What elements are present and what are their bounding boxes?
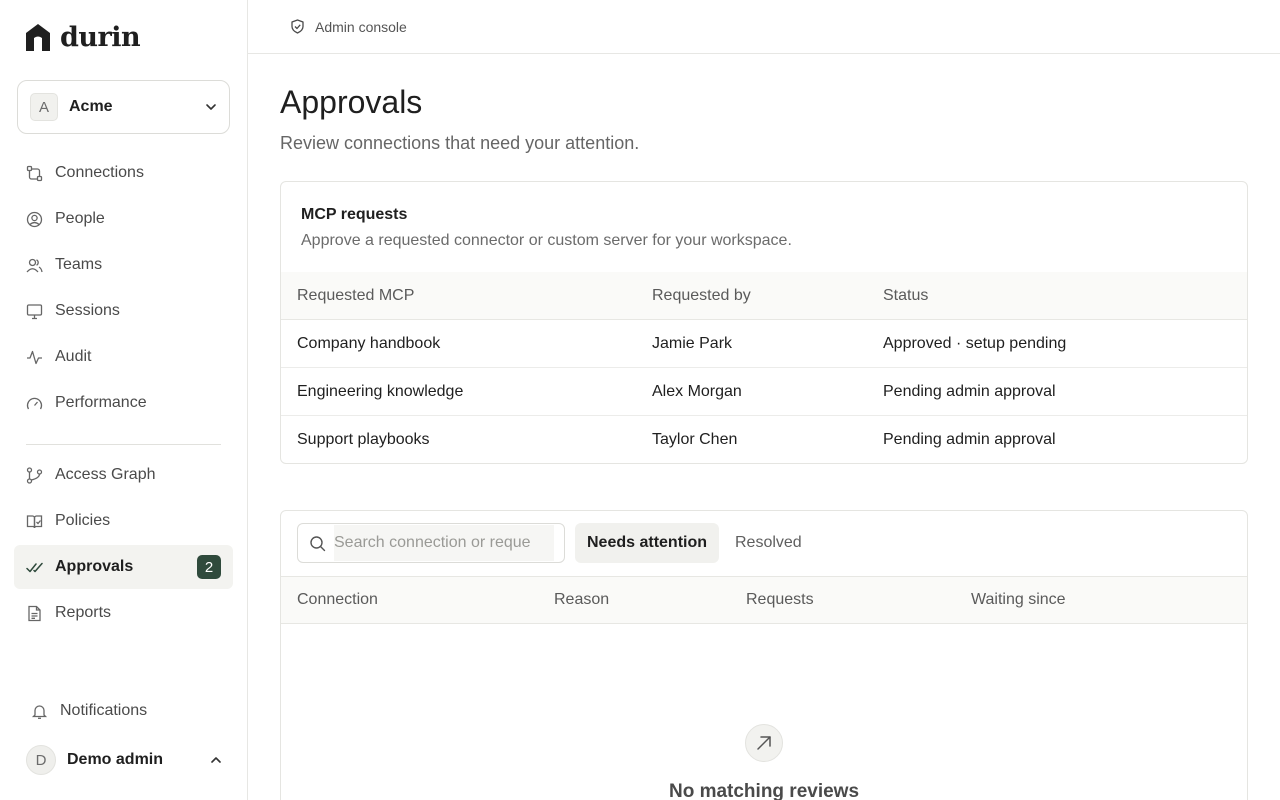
page-subtitle: Review connections that need your attent… — [280, 133, 640, 153]
sidebar-item-label: Connections — [55, 164, 144, 181]
sidebar-item-label: Notifications — [60, 702, 148, 719]
chevron-down-icon — [206, 104, 216, 110]
cell-mcp: Company handbook — [297, 334, 441, 352]
connections-icon — [26, 165, 43, 181]
sidebar-item-policies[interactable]: Policies — [14, 499, 233, 543]
search-input[interactable] — [334, 525, 554, 561]
user-name: Demo admin — [67, 751, 164, 768]
cell-requested-by: Taylor Chen — [652, 431, 738, 448]
mcp-requests-card: MCP requests Approve a requested connect… — [280, 181, 1248, 464]
card-subtitle: Approve a requested connector or custom … — [301, 232, 792, 249]
table-row[interactable]: Company handbook Jamie Park Approved · s… — [281, 320, 1247, 368]
sidebar-item-label: Reports — [55, 604, 112, 621]
sidebar-item-performance[interactable]: Performance — [14, 381, 233, 425]
search-box[interactable] — [297, 523, 565, 563]
sidebar-item-reports[interactable]: Reports — [14, 591, 233, 635]
sessions-icon — [26, 303, 43, 319]
shield-check-icon — [291, 19, 304, 34]
tab-resolved[interactable]: Resolved — [723, 523, 814, 563]
secondary-nav: Access Graph Policies Approvals 2 Report… — [14, 453, 233, 637]
sidebar-item-teams[interactable]: Teams — [14, 243, 233, 287]
policies-icon — [26, 514, 43, 528]
brand-name: durin — [60, 22, 141, 53]
sidebar-item-people[interactable]: People — [14, 197, 233, 241]
approvals-icon — [26, 562, 43, 572]
sidebar-item-notifications[interactable]: Notifications — [26, 692, 236, 730]
cell-status: Pending admin approval — [883, 382, 1056, 400]
sidebar-item-label: Teams — [55, 256, 103, 273]
audit-icon — [27, 350, 42, 364]
cell-status: Approved · setup pending — [883, 334, 1067, 352]
bell-icon — [31, 704, 48, 719]
cell-mcp: Support playbooks — [297, 431, 430, 448]
table-header: Connection Reason Requests Waiting since — [281, 576, 1247, 624]
sidebar-item-access-graph[interactable]: Access Graph — [14, 453, 233, 497]
table-row[interactable]: Engineering knowledge Alex Morgan Pendin… — [281, 368, 1247, 416]
sidebar-item-label: Approvals — [55, 558, 134, 575]
top-bar: Admin console — [248, 0, 1280, 54]
column-header: Requested MCP — [297, 286, 415, 304]
card-title: MCP requests — [301, 206, 408, 223]
sidebar-item-label: Audit — [55, 348, 92, 365]
sidebar-item-label: People — [55, 210, 105, 227]
table-header: Requested MCP Requested by Status — [281, 272, 1247, 320]
column-header: Requests — [746, 591, 814, 608]
sidebar-item-connections[interactable]: Connections — [14, 151, 233, 195]
sidebar-item-label: Sessions — [55, 302, 120, 319]
empty-state-text: No matching reviews — [668, 781, 860, 800]
user-menu[interactable]: D Demo admin — [26, 744, 222, 776]
table-row[interactable]: Support playbooks Taylor Chen Pending ad… — [281, 416, 1247, 463]
chevron-up-icon — [211, 757, 221, 763]
brand-logo[interactable]: durin — [26, 22, 141, 53]
sidebar-item-sessions[interactable]: Sessions — [14, 289, 233, 333]
performance-icon — [26, 397, 43, 409]
approvals-count-badge: 2 — [197, 555, 221, 579]
column-header: Connection — [297, 591, 378, 608]
sidebar-item-label: Performance — [55, 394, 147, 411]
search-icon — [310, 535, 326, 551]
reviews-card: Needs attention Resolved Connection Reas… — [280, 510, 1248, 800]
org-avatar: A — [30, 93, 58, 121]
column-header: Reason — [554, 591, 610, 608]
cell-requested-by: Alex Morgan — [652, 382, 742, 400]
sidebar-item-approvals[interactable]: Approvals 2 — [14, 545, 233, 589]
sidebar-divider — [26, 444, 221, 445]
sidebar-item-audit[interactable]: Audit — [14, 335, 233, 379]
sidebar-item-label: Policies — [55, 512, 111, 529]
access-graph-icon — [26, 466, 43, 484]
tab-needs-attention[interactable]: Needs attention — [575, 523, 720, 563]
cell-requested-by: Jamie Park — [652, 334, 733, 352]
cell-status: Pending admin approval — [883, 431, 1056, 448]
cell-mcp: Engineering knowledge — [297, 382, 464, 400]
sidebar: durin A Acme Connections People Teams Se… — [0, 0, 248, 800]
org-name: Acme — [69, 98, 113, 115]
breadcrumb: Admin console — [315, 18, 407, 35]
durin-logo-icon — [26, 24, 50, 51]
column-header: Waiting since — [971, 591, 1066, 608]
primary-nav: Connections People Teams Sessions Audit … — [14, 151, 233, 427]
column-header: Status — [883, 286, 929, 304]
page-title: Approvals — [280, 84, 423, 120]
people-icon — [26, 211, 43, 227]
column-header: Requested by — [652, 286, 751, 304]
teams-icon — [26, 258, 43, 272]
arrow-up-right-icon — [745, 724, 783, 762]
org-switcher[interactable]: A Acme — [17, 80, 230, 134]
avatar: D — [26, 745, 56, 775]
sidebar-item-label: Access Graph — [55, 466, 156, 483]
reports-icon — [28, 605, 41, 621]
